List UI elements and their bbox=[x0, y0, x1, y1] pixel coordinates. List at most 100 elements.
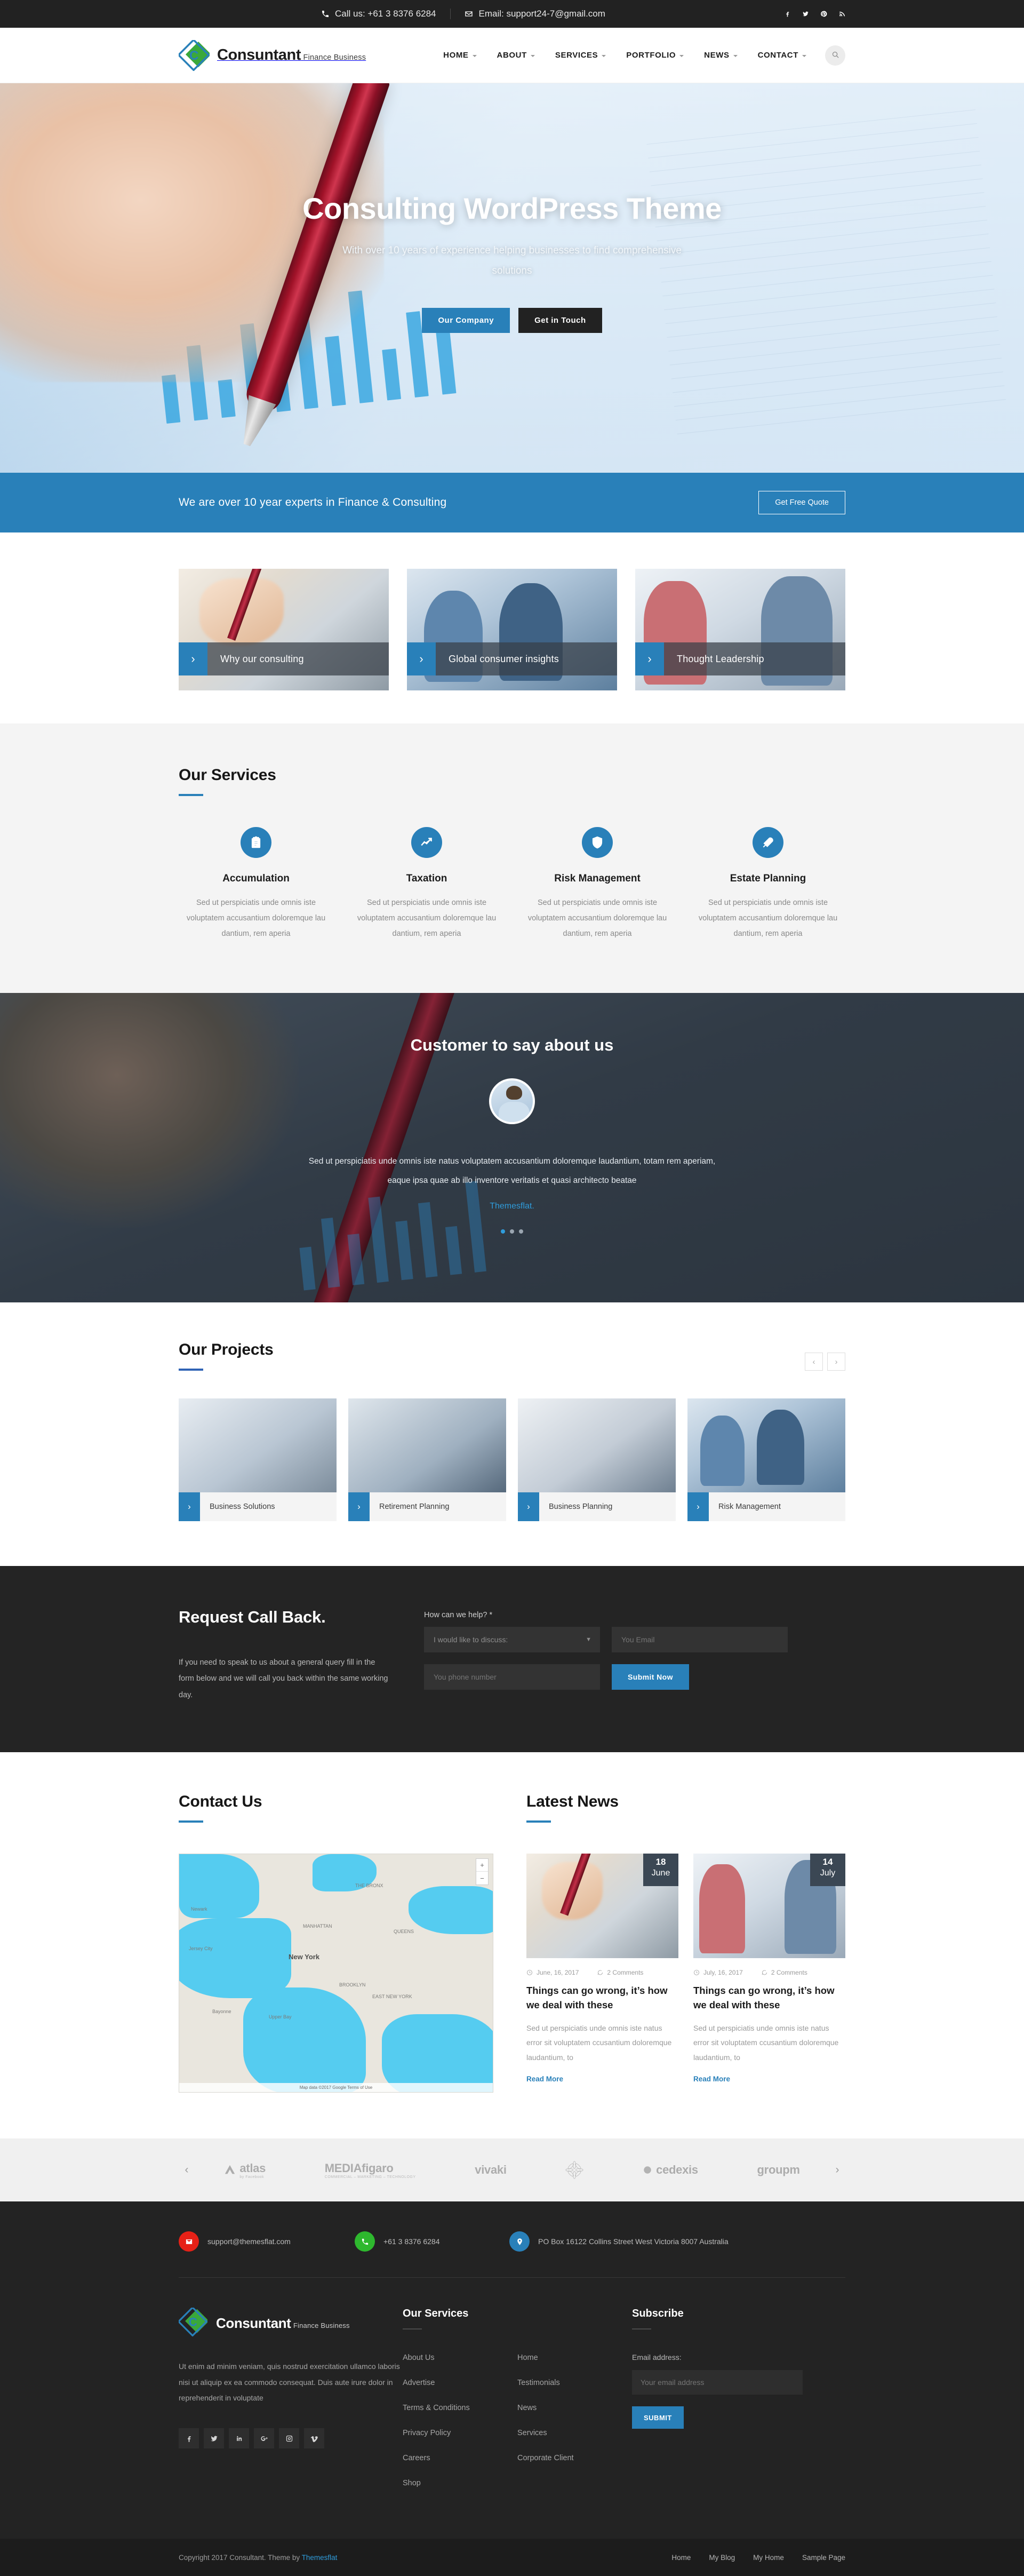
partner-logo-atlas[interactable]: atlas by Facebook bbox=[224, 2161, 266, 2179]
bottom-nav-my-home[interactable]: My Home bbox=[753, 2554, 784, 2562]
testimonial-dots[interactable] bbox=[179, 1229, 845, 1234]
bottom-nav-sample-page[interactable]: Sample Page bbox=[802, 2554, 845, 2562]
get-free-quote-button[interactable]: Get Free Quote bbox=[758, 491, 845, 514]
project-card[interactable]: › Business Planning bbox=[518, 1398, 676, 1521]
footer-link[interactable]: Shop bbox=[403, 2479, 421, 2487]
submit-now-button[interactable]: Submit Now bbox=[612, 1664, 689, 1690]
pinterest-icon[interactable] bbox=[820, 10, 827, 18]
search-button[interactable] bbox=[825, 45, 845, 66]
nav-item-contact[interactable]: CONTACT bbox=[748, 28, 817, 83]
footer-link[interactable]: About Us bbox=[403, 2354, 435, 2362]
projects-section: Our Projects ‹ › › Business Solutions › … bbox=[0, 1302, 1024, 1566]
facebook-icon[interactable] bbox=[783, 10, 791, 18]
nav-item-portfolio[interactable]: PORTFOLIO bbox=[616, 28, 694, 83]
project-card[interactable]: › Risk Management bbox=[687, 1398, 845, 1521]
partner-logo-vivaki[interactable]: vivaki bbox=[475, 2163, 507, 2177]
partner-logo-mediafigaro[interactable]: MEDIAfigaro COMMERCIAL – MARKETING – TECH… bbox=[325, 2161, 416, 2179]
list-item: News bbox=[517, 2403, 632, 2413]
linkedin-icon[interactable] bbox=[229, 2428, 249, 2449]
facebook-icon[interactable] bbox=[179, 2428, 199, 2449]
footer-logo[interactable]: C Consuntant Finance Business bbox=[177, 2306, 403, 2339]
footer-email[interactable]: support@themesflat.com bbox=[179, 2231, 355, 2252]
email-input[interactable] bbox=[612, 1627, 788, 1652]
footer-link[interactable]: News bbox=[517, 2404, 537, 2412]
service-item[interactable]: Risk Management Sed ut perspiciatis unde… bbox=[520, 827, 675, 942]
subscribe-email-input[interactable] bbox=[632, 2370, 803, 2395]
chevron-down-icon bbox=[679, 54, 684, 57]
discuss-select[interactable]: I would like to discuss: bbox=[424, 1627, 600, 1652]
service-item[interactable]: Taxation Sed ut perspiciatis unde omnis … bbox=[349, 827, 504, 942]
read-more-link[interactable]: Read More bbox=[526, 2075, 563, 2083]
project-title: Retirement Planning bbox=[379, 1502, 450, 1511]
service-name: Risk Management bbox=[554, 873, 641, 884]
rss-icon[interactable] bbox=[838, 10, 845, 18]
twitter-icon[interactable] bbox=[204, 2428, 224, 2449]
phone-input[interactable] bbox=[424, 1664, 600, 1690]
post-thumbnail: 18 June bbox=[526, 1854, 678, 1959]
footer-link[interactable]: Terms & Conditions bbox=[403, 2404, 470, 2412]
footer-bottom-nav: Home My Blog My Home Sample Page bbox=[671, 2554, 845, 2562]
feature-card[interactable]: › Thought Leadership bbox=[635, 569, 845, 690]
site-logo[interactable]: C Consuntant Finance Business bbox=[177, 38, 366, 71]
footer-link[interactable]: Advertise bbox=[403, 2379, 435, 2387]
service-item[interactable]: Accumulation Sed ut perspiciatis unde om… bbox=[179, 827, 333, 942]
themesflat-link[interactable]: Themesflat bbox=[302, 2554, 338, 2562]
post-title[interactable]: Things can go wrong, it’s how we deal wi… bbox=[526, 1984, 678, 2013]
partner-logo-flower[interactable] bbox=[565, 2161, 583, 2179]
feature-title: Global consumer insights bbox=[449, 653, 559, 664]
get-in-touch-button[interactable]: Get in Touch bbox=[518, 308, 602, 333]
our-company-button[interactable]: Our Company bbox=[422, 308, 510, 333]
dot-indicator[interactable] bbox=[519, 1229, 523, 1234]
twitter-icon[interactable] bbox=[802, 10, 809, 18]
footer-link[interactable]: Home bbox=[517, 2354, 538, 2362]
footer-phone[interactable]: +61 3 8376 6284 bbox=[355, 2231, 509, 2252]
nav-item-services[interactable]: SERVICES bbox=[545, 28, 616, 83]
project-card[interactable]: › Business Solutions bbox=[179, 1398, 337, 1521]
footer-link[interactable]: Testimonials bbox=[517, 2379, 560, 2387]
project-card[interactable]: › Retirement Planning bbox=[348, 1398, 506, 1521]
feature-card[interactable]: › Global consumer insights bbox=[407, 569, 617, 690]
footer-link[interactable]: Corporate Client bbox=[517, 2454, 574, 2462]
instagram-icon[interactable] bbox=[279, 2428, 299, 2449]
nav-item-about[interactable]: ABOUT bbox=[487, 28, 545, 83]
nav-item-home[interactable]: HOME bbox=[433, 28, 486, 83]
projects-prev-button[interactable]: ‹ bbox=[805, 1353, 823, 1371]
news-post[interactable]: 14 July July, 16, 2017 2 Comments Things… bbox=[693, 1854, 845, 2084]
footer-email-text: support@themesflat.com bbox=[207, 2237, 291, 2246]
topbar-phone[interactable]: Call us: +61 3 8376 6284 bbox=[307, 9, 450, 19]
post-title[interactable]: Things can go wrong, it’s how we deal wi… bbox=[693, 1984, 845, 2013]
contact-map[interactable]: New York Jersey City QUEENS BROOKLYN EAS… bbox=[179, 1854, 493, 2093]
footer-about-text: Ut enim ad minim veniam, quis nostrud ex… bbox=[179, 2362, 400, 2403]
footer-link[interactable]: Privacy Policy bbox=[403, 2429, 451, 2437]
partner-logo-cedexis[interactable]: cedexis bbox=[643, 2163, 698, 2177]
testimonial-author: Themesflat. bbox=[490, 1202, 534, 1211]
chevron-right-icon: › bbox=[179, 1492, 200, 1521]
bottom-nav-home[interactable]: Home bbox=[671, 2554, 691, 2562]
zoom-out-button[interactable]: − bbox=[476, 1872, 488, 1885]
read-more-link[interactable]: Read More bbox=[693, 2075, 730, 2083]
discuss-select-wrapper[interactable]: I would like to discuss: ▼ bbox=[424, 1627, 600, 1652]
partners-next-button[interactable]: › bbox=[829, 2164, 845, 2176]
service-item[interactable]: Estate Planning Sed ut perspiciatis unde… bbox=[691, 827, 845, 942]
footer-link[interactable]: Services bbox=[517, 2429, 547, 2437]
projects-next-button[interactable]: › bbox=[827, 1353, 845, 1371]
dot-indicator[interactable] bbox=[510, 1229, 514, 1234]
vimeo-icon[interactable] bbox=[304, 2428, 324, 2449]
nav-item-news[interactable]: NEWS bbox=[694, 28, 747, 83]
map-zoom-controls[interactable]: + − bbox=[476, 1858, 489, 1886]
hero-title: Consulting WordPress Theme bbox=[302, 192, 722, 225]
subscribe-submit-button[interactable]: SUBMIT bbox=[632, 2406, 684, 2429]
topbar-email[interactable]: Email: support24-7@gmail.com bbox=[451, 9, 619, 19]
news-post[interactable]: 18 June June, 16, 2017 2 Comments Things… bbox=[526, 1854, 678, 2084]
zoom-in-button[interactable]: + bbox=[476, 1859, 488, 1872]
partner-logo-groupm[interactable]: groupm bbox=[757, 2163, 800, 2177]
google-plus-icon[interactable] bbox=[254, 2428, 274, 2449]
bottom-nav-my-blog[interactable]: My Blog bbox=[709, 2554, 735, 2562]
footer-link[interactable]: Careers bbox=[403, 2454, 430, 2462]
topbar-phone-text: Call us: +61 3 8376 6284 bbox=[335, 9, 436, 19]
map-label: New York bbox=[289, 1953, 320, 1961]
partners-prev-button[interactable]: ‹ bbox=[179, 2164, 195, 2176]
post-date: June, 16, 2017 bbox=[526, 1969, 579, 1976]
dot-indicator[interactable] bbox=[501, 1229, 505, 1234]
feature-card[interactable]: › Why our consulting bbox=[179, 569, 389, 690]
